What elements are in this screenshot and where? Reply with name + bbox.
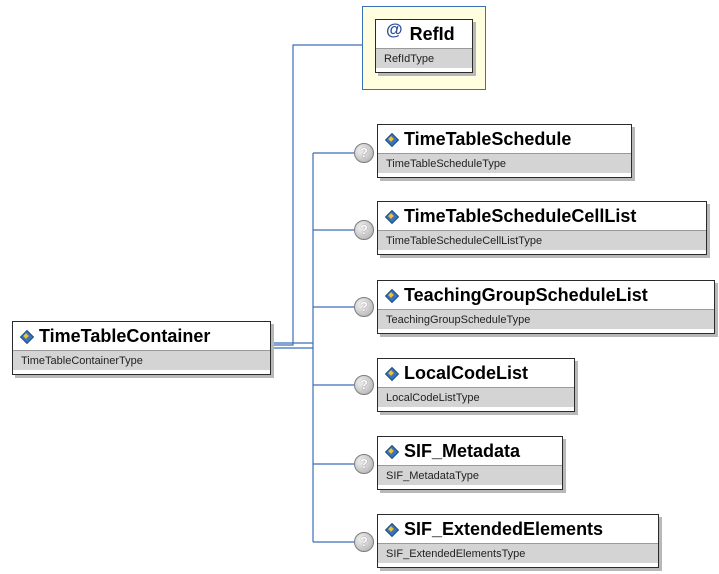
element-icon bbox=[386, 211, 397, 222]
child-element-type: SIF_MetadataType bbox=[378, 465, 562, 485]
child-element-type: TimeTableScheduleType bbox=[378, 153, 631, 173]
child-element-node[interactable]: TeachingGroupScheduleList TeachingGroupS… bbox=[377, 280, 715, 334]
child-element-node[interactable]: TimeTableSchedule TimeTableScheduleType bbox=[377, 124, 632, 178]
child-element-name: SIF_Metadata bbox=[404, 440, 521, 461]
optional-question-icon: ? bbox=[354, 297, 374, 317]
child-element-name: TeachingGroupScheduleList bbox=[404, 284, 648, 305]
child-element-type: TeachingGroupScheduleType bbox=[378, 309, 714, 329]
element-icon bbox=[386, 368, 397, 379]
child-element-type: LocalCodeListType bbox=[378, 387, 574, 407]
root-element-node[interactable]: TimeTableContainer TimeTableContainerTyp… bbox=[12, 321, 271, 375]
attribute-node-refid[interactable]: @ RefId RefIdType bbox=[375, 19, 473, 73]
element-icon bbox=[386, 290, 397, 301]
element-icon bbox=[386, 446, 397, 457]
element-icon bbox=[386, 524, 397, 535]
child-element-node[interactable]: SIF_ExtendedElements SIF_ExtendedElement… bbox=[377, 514, 659, 568]
connector-root-attribute bbox=[273, 44, 362, 346]
optional-question-icon: ? bbox=[354, 375, 374, 395]
optional-question-icon: ? bbox=[354, 220, 374, 240]
child-element-type: SIF_ExtendedElementsType bbox=[378, 543, 658, 563]
child-element-node[interactable]: TimeTableScheduleCellList TimeTableSched… bbox=[377, 201, 707, 255]
child-element-name: TimeTableScheduleCellList bbox=[404, 205, 637, 226]
schema-diagram: TimeTableContainer TimeTableContainerTyp… bbox=[0, 0, 719, 574]
child-element-type: TimeTableScheduleCellListType bbox=[378, 230, 706, 250]
optional-question-icon: ? bbox=[354, 143, 374, 163]
child-element-node[interactable]: SIF_Metadata SIF_MetadataType bbox=[377, 436, 563, 490]
root-element-type: TimeTableContainerType bbox=[13, 350, 270, 370]
attribute-at-icon: @ bbox=[386, 20, 403, 39]
attribute-name: RefId bbox=[409, 23, 455, 44]
optional-question-icon: ? bbox=[354, 532, 374, 552]
child-element-name: TimeTableSchedule bbox=[404, 128, 572, 149]
root-element-name: TimeTableContainer bbox=[39, 325, 211, 346]
child-element-name: LocalCodeList bbox=[404, 362, 529, 383]
element-icon bbox=[386, 134, 397, 145]
element-icon bbox=[21, 331, 32, 342]
optional-question-icon: ? bbox=[354, 454, 374, 474]
attribute-type: RefIdType bbox=[376, 48, 472, 68]
child-element-name: SIF_ExtendedElements bbox=[404, 518, 604, 539]
child-element-node[interactable]: LocalCodeList LocalCodeListType bbox=[377, 358, 575, 412]
